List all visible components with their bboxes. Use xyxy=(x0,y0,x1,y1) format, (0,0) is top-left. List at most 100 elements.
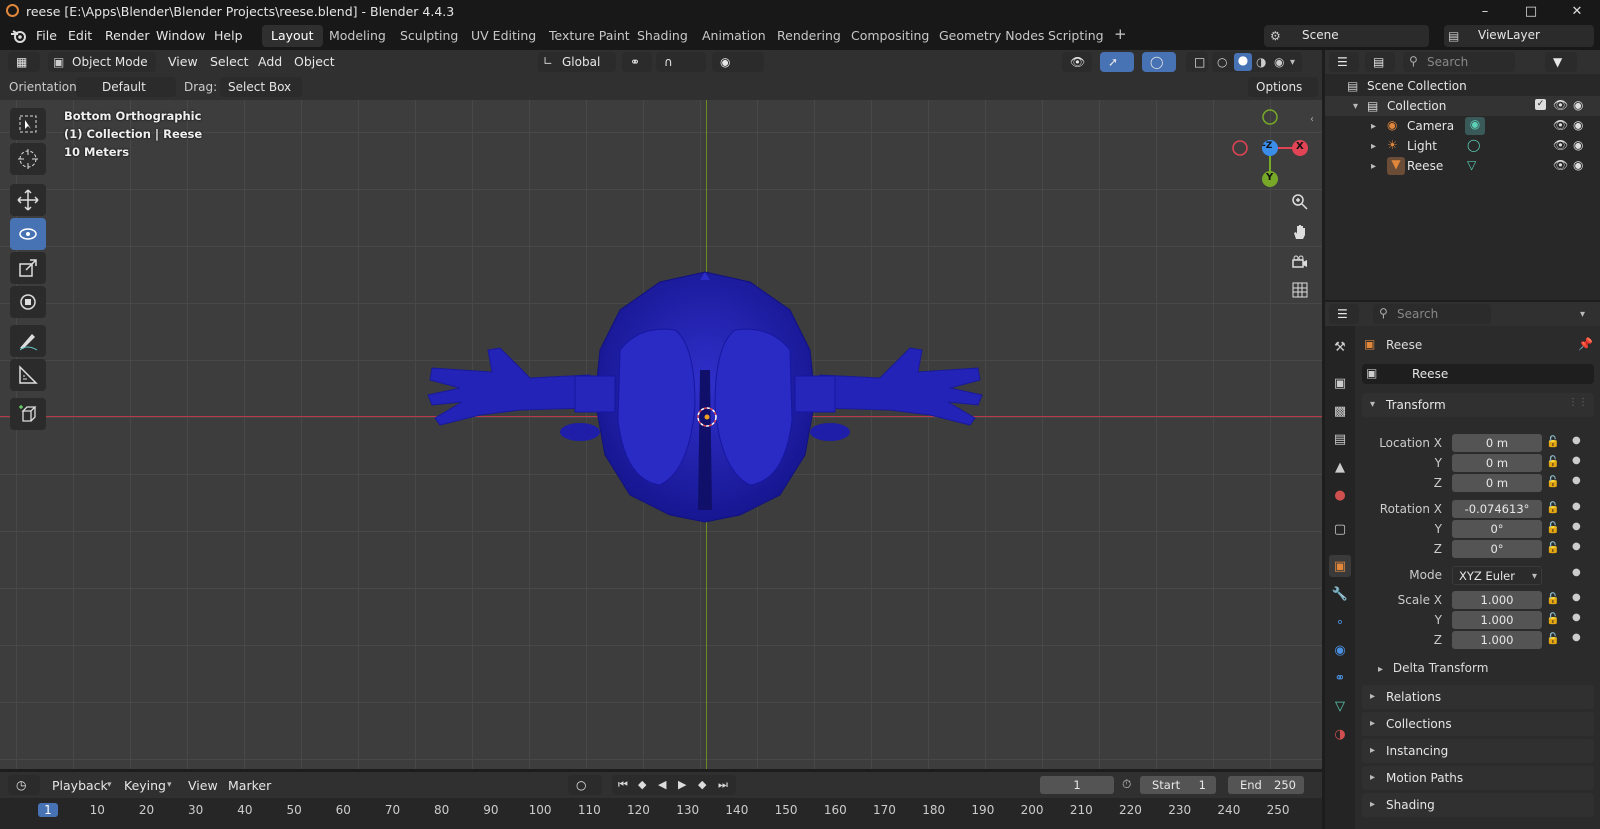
timeline-menu-keying[interactable]: Keying xyxy=(124,778,166,793)
snap-icon[interactable]: ∩ xyxy=(656,52,706,72)
move-tool[interactable] xyxy=(10,184,46,216)
relations-panel-header[interactable]: ▸ Relations xyxy=(1362,685,1594,709)
viewport-menu-view[interactable]: View xyxy=(168,54,198,69)
blender-menu-icon[interactable] xyxy=(10,29,26,43)
outliner-row-collection[interactable]: ▾ ▤ Collection ✓ 👁 ◉ xyxy=(1325,96,1600,116)
outliner-row-light[interactable]: ▸ ☀ Light ◯ 👁 ◉ xyxy=(1325,136,1600,156)
tab-sculpting[interactable]: Sculpting xyxy=(391,25,467,47)
camera-expand-icon[interactable]: ▸ xyxy=(1371,121,1376,132)
rotate-tool[interactable] xyxy=(10,218,46,250)
prev-keyframe-icon[interactable]: ◆ xyxy=(638,778,646,791)
outliner-row-reese[interactable]: ▸ ▼ Reese ▽ 👁 ◉ xyxy=(1325,156,1600,176)
outliner-search-input[interactable]: Search xyxy=(1403,52,1515,72)
reese-expand-icon[interactable]: ▸ xyxy=(1371,161,1376,172)
rotation-z-field[interactable]: 0° xyxy=(1452,540,1542,558)
motion-paths-panel-header[interactable]: ▸ Motion Paths xyxy=(1362,766,1594,790)
lock-icon[interactable]: 🔓 xyxy=(1546,592,1560,605)
orientation-dropdown[interactable]: Default xyxy=(76,77,176,97)
menu-render[interactable]: Render xyxy=(105,28,150,43)
collections-panel-header[interactable]: ▸ Collections xyxy=(1362,712,1594,736)
lock-icon[interactable]: 🔓 xyxy=(1546,612,1560,625)
tab-geometry-nodes[interactable]: Geometry Nodes xyxy=(930,25,1053,47)
3d-viewport[interactable]: Bottom Orthographic (1) Collection | Ree… xyxy=(0,100,1322,769)
physics-tab-icon[interactable]: ◉ xyxy=(1329,639,1351,661)
keyframe-dot-icon[interactable]: ● xyxy=(1572,455,1581,466)
light-data-icon[interactable]: ◯ xyxy=(1467,138,1480,152)
pan-hand-icon[interactable] xyxy=(1286,218,1314,246)
add-workspace-button[interactable]: + xyxy=(1105,25,1136,47)
start-frame-field[interactable]: Start 1 xyxy=(1140,776,1216,794)
viewport-menu-object[interactable]: Object xyxy=(294,54,335,69)
keyframe-dot-icon[interactable]: ● xyxy=(1572,435,1581,446)
reese-render-icon[interactable]: ◉ xyxy=(1573,158,1583,172)
light-expand-icon[interactable]: ▸ xyxy=(1371,141,1376,152)
object-name-field[interactable]: ▣ Reese xyxy=(1362,364,1594,384)
properties-editor-type-icon[interactable]: ☰ xyxy=(1329,304,1359,324)
editor-type-icon[interactable]: ▦ xyxy=(8,52,40,72)
lock-icon[interactable]: 🔓 xyxy=(1546,521,1560,534)
keyframe-dot-icon[interactable]: ● xyxy=(1572,521,1581,532)
tab-scripting[interactable]: Scripting xyxy=(1039,25,1113,47)
current-frame-field[interactable]: 1 xyxy=(1040,776,1114,794)
proportional-edit-icon[interactable]: ◉ xyxy=(712,52,764,72)
reese-mesh[interactable] xyxy=(420,260,990,530)
scene-tab-icon[interactable]: ▲ xyxy=(1329,456,1351,478)
delta-transform-subpanel[interactable]: ▸ Delta Transform xyxy=(1378,661,1488,675)
gizmo-toggle-icon[interactable]: ➚ xyxy=(1100,52,1134,72)
location-y-field[interactable]: 0 m xyxy=(1452,454,1542,472)
view-layer-tab-icon[interactable]: ▤ xyxy=(1329,428,1351,450)
tab-shading[interactable]: Shading xyxy=(628,25,697,47)
outliner-row-camera[interactable]: ▸ ◉ Camera ◉ 👁 ◉ xyxy=(1325,116,1600,136)
shading-dropdown-icon[interactable]: ▾ xyxy=(1290,57,1295,68)
display-mode-icon[interactable]: ▤ xyxy=(1365,52,1395,72)
rotation-mode-dropdown[interactable]: XYZ Euler ▾ xyxy=(1452,566,1542,585)
tab-rendering[interactable]: Rendering xyxy=(768,25,850,47)
drag-dropdown[interactable]: Select Box xyxy=(220,77,302,97)
outliner-row-scene-collection[interactable]: ▤ Scene Collection xyxy=(1325,76,1600,96)
menu-help[interactable]: Help xyxy=(214,28,243,43)
end-frame-field[interactable]: End 250 xyxy=(1228,776,1304,794)
collection-expand-icon[interactable]: ▾ xyxy=(1353,101,1358,112)
cursor-tool[interactable] xyxy=(10,143,46,175)
keyframe-dot-icon[interactable]: ● xyxy=(1572,632,1581,643)
timeline-menu-view[interactable]: View xyxy=(188,778,218,793)
location-z-field[interactable]: 0 m xyxy=(1452,474,1542,492)
xray-icon[interactable]: □ xyxy=(1186,52,1208,72)
add-cube-tool[interactable] xyxy=(10,398,46,430)
frame-clock-icon[interactable]: ⏱ xyxy=(1122,777,1131,792)
instancing-panel-header[interactable]: ▸ Instancing xyxy=(1362,739,1594,763)
object-datablock-icon[interactable]: ▣ xyxy=(1366,366,1377,380)
tab-modeling[interactable]: Modeling xyxy=(320,25,395,47)
keyframe-dot-icon[interactable]: ● xyxy=(1572,612,1581,623)
location-x-field[interactable]: 0 m xyxy=(1452,434,1542,452)
measure-tool[interactable] xyxy=(10,359,46,391)
scale-x-field[interactable]: 1.000 xyxy=(1452,591,1542,609)
collection-render-icon[interactable]: ◉ xyxy=(1573,98,1583,112)
camera-data-icon[interactable]: ◉ xyxy=(1465,117,1485,135)
next-keyframe-icon[interactable]: ◆ xyxy=(698,778,706,791)
close-button[interactable]: ✕ xyxy=(1554,0,1600,22)
viewport-menu-add[interactable]: Add xyxy=(258,54,282,69)
properties-search-input[interactable]: Search xyxy=(1373,304,1491,324)
overlays-toggle-icon[interactable]: ◯ xyxy=(1142,52,1176,72)
object-tab-icon[interactable]: ▣ xyxy=(1329,555,1351,577)
timeline-menu-playback[interactable]: Playback xyxy=(52,778,108,793)
auto-keying-icon[interactable]: ○ xyxy=(568,775,602,795)
lock-icon[interactable]: 🔓 xyxy=(1546,541,1560,554)
timeline-menu-marker[interactable]: Marker xyxy=(228,778,271,793)
output-tab-icon[interactable]: ▩ xyxy=(1329,400,1351,422)
jump-start-icon[interactable]: ⏮ xyxy=(618,778,628,792)
rotation-y-field[interactable]: 0° xyxy=(1452,520,1542,538)
material-tab-icon[interactable]: ◑ xyxy=(1329,723,1351,745)
collection-checkbox[interactable]: ✓ xyxy=(1535,99,1546,110)
rendered-shading-icon[interactable]: ◉ xyxy=(1274,55,1284,69)
light-eye-icon[interactable]: 👁 xyxy=(1553,138,1568,152)
keyframe-dot-icon[interactable]: ● xyxy=(1572,567,1581,578)
pin-icon[interactable]: 📌 xyxy=(1578,337,1593,351)
timeline-editor-type-icon[interactable]: ◷ xyxy=(8,775,40,795)
keyframe-dot-icon[interactable]: ● xyxy=(1572,541,1581,552)
modifier-tab-icon[interactable]: 🔧 xyxy=(1329,583,1351,605)
tool-tab-icon[interactable]: ⚒ xyxy=(1329,336,1351,358)
play-reverse-icon[interactable]: ◀ xyxy=(658,778,666,791)
outliner-editor-type-icon[interactable]: ☰ xyxy=(1329,52,1359,72)
